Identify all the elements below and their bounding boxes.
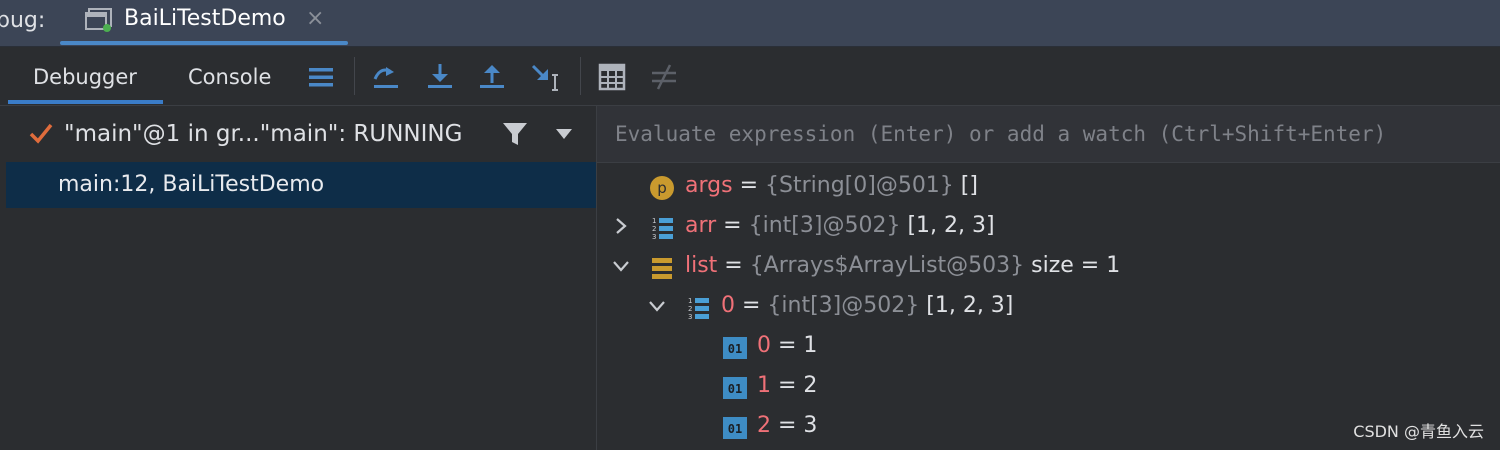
step-out-icon[interactable] [476,61,508,93]
mute-breakpoints-icon[interactable] [648,61,680,93]
svg-text:2: 2 [688,305,692,313]
variable-row-list[interactable]: list = {Arrays$ArrayList@503} size = 1 [597,250,1497,290]
evaluate-bar [597,106,1500,163]
run-to-cursor-icon[interactable] [530,61,562,93]
svg-text:3: 3 [688,313,692,321]
check-icon [29,123,53,144]
variable-row-element[interactable]: 01 1 = 2 [597,370,1497,410]
svg-text:2: 2 [652,225,656,233]
thread-label: "main"@1 in gr..."main": RUNNING [64,121,463,147]
primitive-icon: 01 [723,337,747,359]
thread-selector[interactable]: "main"@1 in gr..."main": RUNNING [6,106,596,162]
svg-text:01: 01 [728,342,742,356]
variable-name: 0 [721,293,735,318]
svg-text:3: 3 [652,233,656,241]
step-over-icon[interactable] [370,61,402,93]
stack-frame[interactable]: main:12, BaiLiTestDemo [6,162,596,208]
primitive-icon: 01 [723,377,747,399]
array-icon: 1 2 3 [688,297,709,321]
variable-name: list [685,253,718,278]
tab-debugger[interactable]: Debugger [33,65,137,89]
chevron-down-icon[interactable] [612,257,630,275]
window-app-icon [85,8,112,32]
frames-panel: "main"@1 in gr..."main": RUNNING main:12… [0,106,597,450]
variable-type: {int[3]@502} [748,213,901,238]
tab-console[interactable]: Console [188,65,271,89]
watermark: CSDN @青鱼入云 [1353,422,1484,441]
variable-type: {int[3]@502} [767,293,920,318]
variable-type: {String[0]@501} [765,173,954,198]
debug-tool-label: bug: [0,8,46,33]
tab-title: BaiLiTestDemo [124,6,286,31]
close-icon[interactable]: × [306,6,324,31]
variable-value: [] [953,173,978,198]
variables-panel: p args = {String[0]@501} [] 1 2 3 arr = … [597,106,1500,450]
evaluate-expression-icon[interactable] [596,61,628,93]
variable-name: args [685,173,733,198]
editor-tab-bar: bug: BaiLiTestDemo × [0,0,1500,47]
variable-name: 2 [757,413,771,438]
variable-row-element[interactable]: 01 0 = 1 [597,330,1497,370]
evaluate-expression-input[interactable] [613,118,1497,150]
svg-text:p: p [657,179,667,197]
variable-value: 3 [803,413,818,438]
tab-active-indicator [60,41,348,45]
filter-icon[interactable] [502,121,528,147]
variable-row-arr[interactable]: 1 2 3 arr = {int[3]@502} [1, 2, 3] [597,210,1497,250]
variable-row-list-element[interactable]: 1 2 3 0 = {int[3]@502} [1, 2, 3] [597,290,1497,330]
step-into-icon[interactable] [424,61,456,93]
variable-value: [1, 2, 3] [900,213,995,238]
svg-text:01: 01 [728,422,742,436]
list-icon [652,258,672,279]
stack-frame-label: main:12, BaiLiTestDemo [58,172,325,197]
tab-active-indicator [8,100,163,104]
chevron-right-icon[interactable] [612,217,630,235]
svg-text:1: 1 [652,217,656,225]
layout-menu-icon[interactable] [305,61,337,93]
chevron-down-icon[interactable] [554,126,574,142]
variable-type: {Arrays$ArrayList@503} [749,253,1025,278]
array-icon: 1 2 3 [652,217,673,241]
svg-text:1: 1 [688,297,692,305]
debugger-toolbar: Debugger Console [0,47,1500,106]
primitive-icon: 01 [723,417,747,439]
variable-value: 1 [803,333,818,358]
variable-value: size = 1 [1024,253,1121,278]
svg-text:01: 01 [728,382,742,396]
toolbar-separator [354,57,355,95]
variable-name: 0 [757,333,771,358]
variable-name: arr [685,213,717,238]
run-config-tab[interactable]: BaiLiTestDemo × [60,0,348,46]
parameter-icon: p [650,176,674,200]
variable-value: [1, 2, 3] [919,293,1014,318]
variable-value: 2 [803,373,818,398]
chevron-down-icon[interactable] [648,297,666,315]
variable-name: 1 [757,373,771,398]
variable-row-args[interactable]: p args = {String[0]@501} [] [597,170,1497,210]
toolbar-separator [580,57,581,95]
